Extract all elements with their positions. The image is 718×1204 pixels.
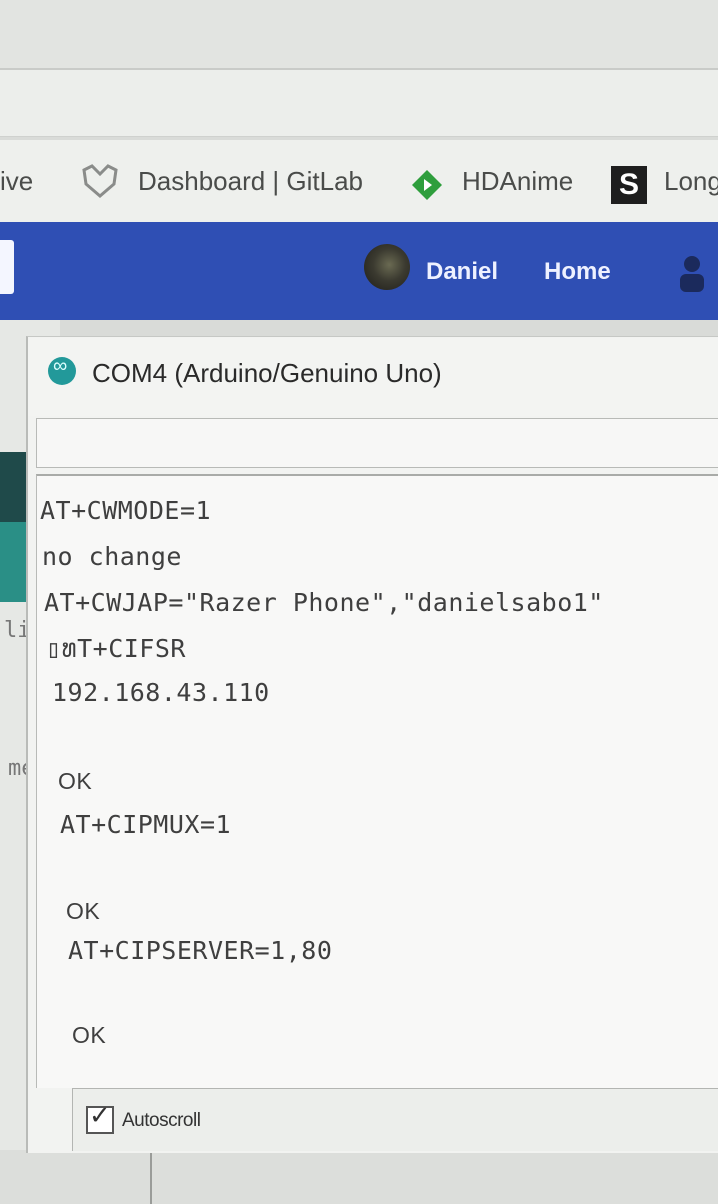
autoscroll-label[interactable]: Autoscroll [122, 1110, 201, 1132]
nav-search-field[interactable] [0, 240, 14, 294]
browser-tab-strip [0, 0, 718, 70]
output-line: AT+CWJAP="Razer Phone","danielsabo1" [44, 588, 604, 617]
output-line: no change [42, 542, 182, 571]
output-line: AT+CIPMUX=1 [60, 810, 232, 839]
output-line: 192.168.43.110 [52, 678, 270, 707]
gitlab-icon [82, 164, 118, 198]
output-line: OK [66, 898, 101, 924]
arduino-icon [48, 355, 76, 385]
output-line: OK [58, 768, 93, 794]
s-icon: S [611, 166, 647, 204]
nav-home-link[interactable]: Home [544, 258, 611, 286]
hdanime-icon [412, 170, 442, 200]
window-title: COM4 (Arduino/Genuino Uno) [92, 358, 442, 388]
bookmark-long[interactable]: Long [664, 166, 718, 197]
output-line: AT+CWMODE=1 [40, 496, 212, 525]
checkmark-icon: ✓ [89, 1100, 111, 1130]
nav-user-name[interactable]: Daniel [426, 258, 498, 286]
output-line: AT+CIPSERVER=1,80 [68, 936, 333, 965]
avatar[interactable] [364, 244, 410, 290]
browser-toolbar [0, 70, 718, 137]
bookmark-folder[interactable]: ive [0, 166, 33, 197]
output-line: OK [72, 1022, 107, 1048]
bookmark-gitlab[interactable]: Dashboard | GitLab [138, 166, 363, 197]
background-bottom-strip [0, 1150, 718, 1204]
output-line: ▯ທT+CIFSR [46, 634, 186, 663]
divider [150, 1150, 152, 1204]
people-icon[interactable] [678, 254, 718, 294]
bookmark-hdanime[interactable]: HDAnime [462, 166, 573, 197]
send-input[interactable] [36, 418, 718, 468]
